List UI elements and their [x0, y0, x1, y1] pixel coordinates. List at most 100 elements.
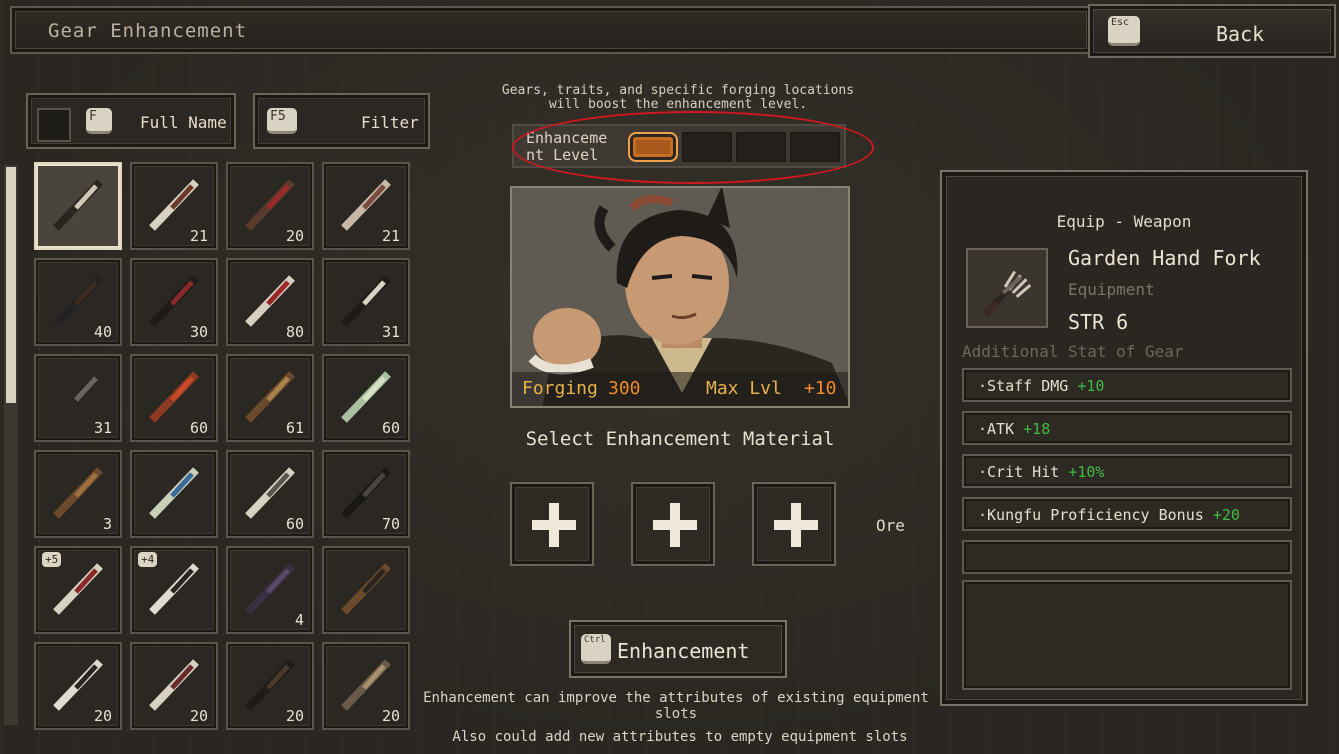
item-count: 60 [381, 419, 400, 437]
additional-stats-title: Additional Stat of Gear [962, 342, 1184, 361]
item-count: 60 [285, 515, 304, 533]
forging-value: 300 [608, 378, 641, 399]
inventory-slot[interactable]: 20 [130, 642, 218, 730]
material-slot-1[interactable] [510, 482, 594, 566]
inventory-slot[interactable]: 60 [130, 354, 218, 442]
scrollbar-thumb[interactable] [6, 167, 16, 403]
page-title: Gear Enhancement [48, 20, 248, 42]
inventory-slot[interactable]: 80 [226, 258, 314, 346]
item-count: 20 [285, 227, 304, 245]
f-key-hint: F [86, 108, 112, 134]
inventory-slot[interactable]: +5 [34, 546, 122, 634]
inventory-slot[interactable]: 3 [34, 450, 122, 538]
level-cell-empty [790, 132, 840, 162]
item-count: 21 [381, 227, 400, 245]
enhancement-level-bar: Enhanceme nt Level [512, 124, 846, 168]
inventory-slot[interactable]: 20 [322, 642, 410, 730]
enhancement-hint: Gears, traits, and specific forging loca… [478, 84, 878, 112]
item-preview [966, 248, 1048, 328]
stat-value: +10 [1077, 377, 1105, 395]
item-category: Equipment [1068, 280, 1155, 299]
hand-fork-icon [981, 270, 1032, 319]
character-portrait: Forging 300 Max Lvl +10 [510, 186, 850, 408]
inventory-slot[interactable]: 30 [130, 258, 218, 346]
back-button[interactable]: Esc Back [1088, 4, 1336, 58]
item-count: 20 [189, 707, 208, 725]
inventory-grid: 21 20 21 40 30 80 31 31 60 61 60 3 60 70 +5 +4 4 20 20 20 20 [34, 162, 410, 730]
max-lvl-label: Max Lvl [706, 378, 782, 399]
item-details-panel: Equip - Weapon Garden Hand Fork Equipmen… [940, 170, 1308, 706]
footer-note-1: Enhancement can improve the attributes o… [423, 690, 929, 722]
material-slot-2[interactable] [631, 482, 715, 566]
back-label: Back [1216, 22, 1265, 46]
ore-label: Ore [876, 516, 905, 535]
inventory-slot[interactable]: 31 [34, 354, 122, 442]
inventory-slot[interactable] [322, 546, 410, 634]
item-count: 60 [189, 419, 208, 437]
inventory-slot[interactable]: 60 [226, 450, 314, 538]
stat-name: ·Crit Hit [978, 463, 1060, 481]
inventory-slot[interactable]: 20 [226, 642, 314, 730]
level-label-line-1: Enhanceme [526, 129, 608, 147]
ctrl-key-hint: Ctrl [581, 634, 611, 664]
item-requirement: STR 6 [1068, 310, 1129, 334]
straw-sandal-icon [341, 563, 391, 615]
material-slot-3[interactable] [752, 482, 836, 566]
stat-row-empty [962, 540, 1292, 574]
esc-key-hint: Esc [1108, 16, 1140, 46]
filter-button[interactable]: F5 Filter [253, 93, 430, 149]
inventory-slot[interactable]: 21 [130, 162, 218, 250]
hand-fork-icon [53, 179, 103, 231]
item-count: 20 [285, 707, 304, 725]
item-count: 31 [381, 323, 400, 341]
footer-note-2: Also could add new attributes to empty e… [452, 729, 908, 745]
stat-row: ·ATK +18 [962, 411, 1292, 445]
enhancement-button-label: Enhancement [617, 639, 750, 663]
inventory-slot[interactable]: 61 [226, 354, 314, 442]
inventory-slot[interactable]: 40 [34, 258, 122, 346]
inventory-slot[interactable]: 20 [226, 162, 314, 250]
item-count: 4 [294, 611, 304, 629]
full-name-label: Full Name [140, 113, 227, 132]
inventory-slot[interactable] [34, 162, 122, 250]
stat-value: +10% [1068, 463, 1105, 481]
forging-label: Forging [522, 378, 598, 399]
stat-row: ·Kungfu Proficiency Bonus +20 [962, 497, 1292, 531]
level-cell-empty [736, 132, 786, 162]
enhancement-button[interactable]: Ctrl Enhancement [569, 620, 787, 678]
full-name-checkbox[interactable] [37, 108, 71, 142]
stat-row: ·Crit Hit +10% [962, 454, 1292, 488]
item-count: 31 [93, 419, 112, 437]
plus-icon-vertical [670, 503, 680, 547]
inventory-slot[interactable]: 21 [322, 162, 410, 250]
f5-key-hint: F5 [267, 108, 297, 134]
dark-robe-icon [245, 563, 295, 615]
full-name-toggle[interactable]: F Full Name [26, 93, 236, 149]
select-material-title: Select Enhancement Material [525, 428, 835, 450]
filter-label: Filter [361, 113, 419, 132]
level-label-line-2: nt Level [526, 146, 599, 164]
plus-icon-vertical [549, 503, 559, 547]
stat-description-box [962, 580, 1292, 690]
item-count: 20 [381, 707, 400, 725]
inventory-slot[interactable]: 4 [226, 546, 314, 634]
item-count: 80 [285, 323, 304, 341]
level-cell-empty [682, 132, 732, 162]
inventory-slot[interactable] [130, 450, 218, 538]
inventory-slot[interactable]: 31 [322, 258, 410, 346]
inventory-slot[interactable]: +4 [130, 546, 218, 634]
enhancement-badge: +4 [138, 552, 158, 567]
inventory-scrollbar[interactable] [4, 165, 18, 725]
stat-name: ·Staff DMG [978, 377, 1069, 395]
item-count: 21 [189, 227, 208, 245]
inventory-slot[interactable]: 20 [34, 642, 122, 730]
stat-value: +18 [1023, 420, 1051, 438]
inventory-slot[interactable]: 60 [322, 354, 410, 442]
plus-icon-vertical [791, 503, 801, 547]
hint-line-1: Gears, traits, and specific forging loca… [501, 83, 855, 98]
item-count: 20 [93, 707, 112, 725]
hint-line-2: will boost the enhancement level. [548, 97, 808, 112]
forging-stats: Forging 300 Max Lvl +10 [512, 372, 848, 406]
inventory-slot[interactable]: 70 [322, 450, 410, 538]
jade-ring-icon [149, 467, 199, 519]
